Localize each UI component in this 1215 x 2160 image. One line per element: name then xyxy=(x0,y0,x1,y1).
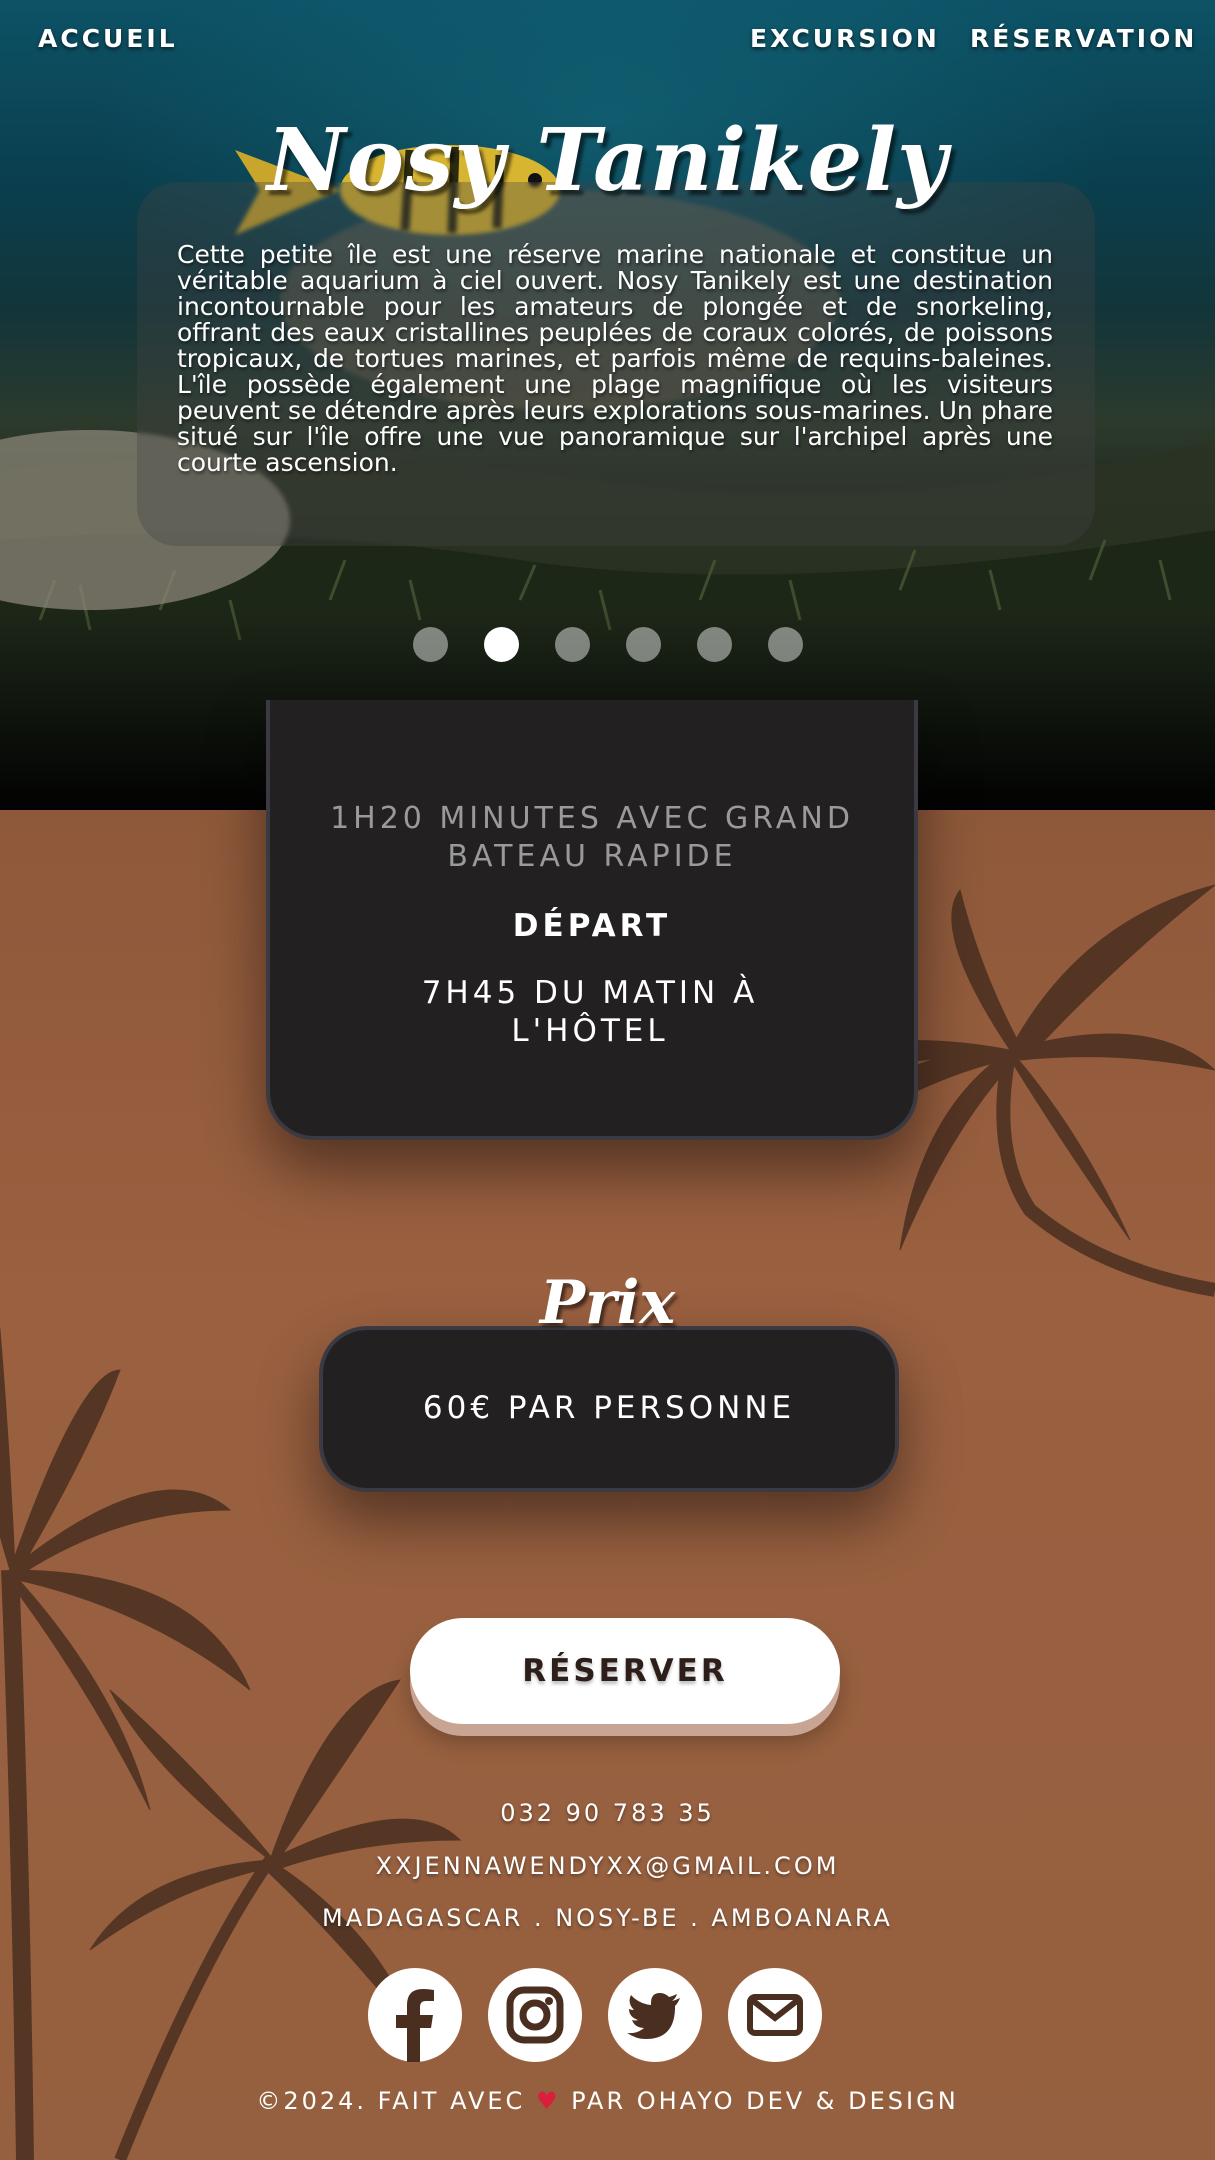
copyright: ©2024. FAIT AVEC ♥ PAR OHAYO DEV & DESIG… xyxy=(0,2087,1215,2115)
price-value: 60€ PAR PERSONNE xyxy=(422,1390,796,1426)
carousel-dots xyxy=(0,627,1215,666)
carousel-dot-1[interactable] xyxy=(412,627,448,662)
nav-home-link[interactable]: ACCUEIL xyxy=(38,24,178,53)
trip-duration: 1H20 MINUTES AVEC GRAND BATEAU RAPIDE xyxy=(330,801,854,874)
mail-icon[interactable] xyxy=(728,1968,822,2062)
carousel-dot-5[interactable] xyxy=(696,627,732,662)
facebook-icon[interactable] xyxy=(368,1968,462,2062)
page-title: Nosy Tanikely xyxy=(267,110,948,211)
nav-excursion-link[interactable]: EXCURSION xyxy=(750,24,940,53)
social-links xyxy=(368,1968,828,2062)
footer-address: MADAGASCAR . NOSY-BE . AMBOANARA xyxy=(322,1904,893,1932)
trip-details-card: 1H20 MINUTES AVEC GRAND BATEAU RAPIDE DÉ… xyxy=(266,700,918,1140)
heart-icon: ♥ xyxy=(535,2087,561,2115)
carousel-dot-3[interactable] xyxy=(554,627,590,662)
footer-phone[interactable]: 032 90 783 35 xyxy=(0,1799,1215,1827)
carousel-dot-2[interactable] xyxy=(483,627,519,662)
footer-email[interactable]: XXJENNAWENDYXX@GMAIL.COM xyxy=(0,1852,1215,1880)
nav-reservation-link[interactable]: RÉSERVATION xyxy=(970,24,1197,53)
copyright-prefix: ©2024. FAIT AVEC xyxy=(256,2087,526,2115)
carousel-dot-4[interactable] xyxy=(625,627,661,662)
excursion-description: Cette petite île est une réserve marine … xyxy=(177,240,1053,477)
departure-time: 7H45 DU MATIN À L'HÔTEL xyxy=(421,975,759,1049)
twitter-icon[interactable] xyxy=(608,1968,702,2062)
departure-label: DÉPART xyxy=(512,908,672,944)
carousel-dot-6[interactable] xyxy=(767,627,803,662)
reserve-button[interactable]: RÉSERVER xyxy=(410,1618,840,1724)
instagram-icon[interactable] xyxy=(488,1968,582,2062)
copyright-suffix: PAR OHAYO DEV & DESIGN xyxy=(571,2087,959,2115)
price-card: 60€ PAR PERSONNE xyxy=(319,1326,899,1492)
price-heading: Prix xyxy=(539,1268,676,1338)
